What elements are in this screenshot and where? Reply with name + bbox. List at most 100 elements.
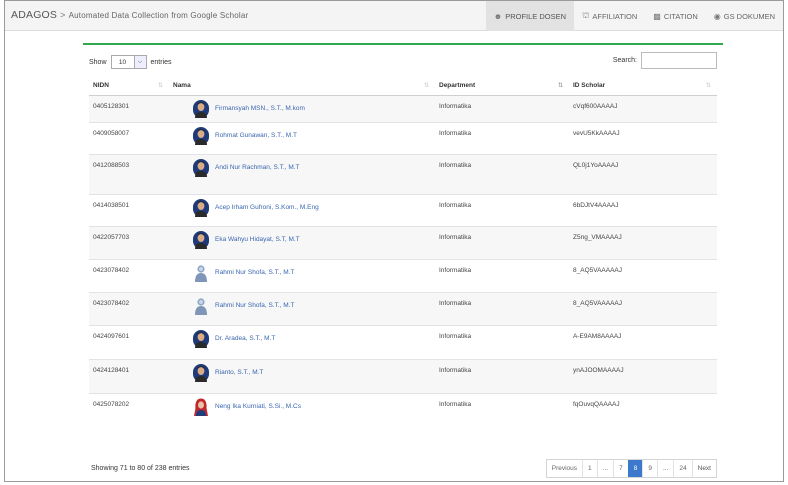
nav-citation[interactable]: ▩ CITATION <box>645 1 705 31</box>
globe-icon: ◉ <box>713 11 721 21</box>
cell-nidn: 0425078202 <box>89 392 169 433</box>
person-avatar-icon <box>193 198 209 217</box>
search-label: Search: <box>612 57 637 64</box>
table-row: 0423078402 Rahmi Nur Shofa, S.T., M.T Info… <box>89 291 717 325</box>
table-row: 0424097601 Dr. Aradea, S.T., M.T Informati… <box>89 324 717 359</box>
sort-icon: ⇅ <box>157 83 163 89</box>
cell-id-scholar: A-E9AM8AAAAJ <box>569 324 717 359</box>
sort-ascending-icon: ⇅ <box>557 83 563 89</box>
cell-id-scholar: 6bDJtV4AAAAJ <box>569 193 717 226</box>
person-avatar-icon <box>193 230 209 249</box>
cell-nidn: 0405128301 <box>89 94 169 122</box>
cell-nidn: 0424128401 <box>89 358 169 393</box>
page-ellipsis: ... <box>596 460 613 477</box>
cell-id-scholar: cVqf600AAAAJ <box>569 94 717 122</box>
pagination: Previous 1... 7 8 9... 24 Next <box>545 459 717 478</box>
person-avatar-icon <box>193 99 209 118</box>
page-button[interactable]: 8 <box>627 460 643 477</box>
dosen-name-link[interactable]: Rohmat Gunawan, S.T., M.T <box>215 132 297 139</box>
cell-nama: Andi Nur Rachman, S.T., M.T <box>169 153 435 194</box>
length-control: Show 10 ⌵ entries <box>89 55 172 69</box>
dosen-name-link[interactable]: Rianto, S.T., M.T <box>215 369 263 376</box>
dosen-table: NIDN ⇅ Nama ⇅ Department ⇅ ID Scholar ⇅ 0405… <box>89 77 717 433</box>
dosen-name-link[interactable]: Neng Ika Kurniati, S.Si., M.Cs <box>215 403 301 410</box>
cell-nama: Firmansyah MSN., S.T., M.kom <box>169 94 435 122</box>
brand-subtitle: Automated Data Collection from Google Sc… <box>68 11 249 20</box>
cell-nidn: 0412088503 <box>89 153 169 194</box>
cell-nidn: 0423078402 <box>89 291 169 325</box>
name-wrapper: Rianto, S.T., M.T <box>173 363 431 382</box>
cell-nama: Acep Irham Gufroni, S.Kom., M.Eng <box>169 193 435 226</box>
cell-department: Informatika <box>435 392 569 433</box>
cell-nama: Rahmi Nur Shofa, S.T., M.T <box>169 258 435 292</box>
show-label: Show <box>89 58 107 66</box>
cell-id-scholar: vevU5KkAAAAJ <box>569 121 717 154</box>
cell-department: Informatika <box>435 291 569 325</box>
header-nama[interactable]: Nama ⇅ <box>169 77 435 96</box>
dosen-name-link[interactable]: Andi Nur Rachman, S.T., M.T <box>215 164 300 171</box>
header-id-scholar[interactable]: ID Scholar ⇅ <box>569 77 717 96</box>
table-row: 0409058007 Rohmat Gunawan, S.T., M.T Infor… <box>89 121 717 154</box>
page-button[interactable]: 1 <box>582 460 597 477</box>
name-wrapper: Neng Ika Kurniati, S.Si., M.Cs <box>173 398 431 416</box>
table-header-row: NIDN ⇅ Nama ⇅ Department ⇅ ID Scholar ⇅ <box>89 77 717 96</box>
dosen-name-link[interactable]: Firmansyah MSN., S.T., M.kom <box>215 105 305 112</box>
name-wrapper: Dr. Aradea, S.T., M.T <box>173 329 431 348</box>
cell-nama: Rahmi Nur Shofa, S.T., M.T <box>169 291 435 325</box>
brand[interactable]: ADAGOS > Automated Data Collection from Go… <box>11 9 248 21</box>
person-avatar-icon <box>193 329 209 348</box>
table-row: 0422057703 Eka Wahyu Hidayat, S.T, M.T Inf… <box>89 225 717 259</box>
name-wrapper: Rahmi Nur Shofa, S.T., M.T <box>173 264 431 282</box>
cell-nidn: 0414038501 <box>89 193 169 226</box>
cell-department: Informatika <box>435 121 569 154</box>
table-row: 0412088503 Andi Nur Rachman, S.T., M.T Inf… <box>89 153 717 194</box>
cell-department: Informatika <box>435 94 569 122</box>
cell-department: Informatika <box>435 225 569 259</box>
dosen-name-link[interactable]: Acep Irham Gufroni, S.Kom., M.Eng <box>215 204 319 211</box>
cell-id-scholar: 8_AQ5VAAAAAJ <box>569 258 717 292</box>
cell-nama: Rianto, S.T., M.T <box>169 358 435 393</box>
cell-id-scholar: Z5ng_VMAAAAJ <box>569 225 717 259</box>
name-wrapper: Eka Wahyu Hidayat, S.T, M.T <box>173 230 431 249</box>
page-button[interactable]: 24 <box>673 460 691 477</box>
dosen-name-link[interactable]: Dr. Aradea, S.T., M.T <box>215 335 275 342</box>
page-button[interactable]: 9 <box>642 460 657 477</box>
header-nidn[interactable]: NIDN ⇅ <box>89 77 169 96</box>
person-avatar-icon <box>193 126 209 145</box>
cell-department: Informatika <box>435 258 569 292</box>
cell-nidn: 0423078402 <box>89 258 169 292</box>
dosen-name-link[interactable]: Rahmi Nur Shofa, S.T., M.T <box>215 269 294 276</box>
page-button[interactable]: 7 <box>613 460 628 477</box>
header-department[interactable]: Department ⇅ <box>435 77 569 96</box>
users-icon: ☻ <box>493 11 503 21</box>
top-navbar: ADAGOS > Automated Data Collection from Go… <box>5 1 783 31</box>
cell-nama: Dr. Aradea, S.T., M.T <box>169 324 435 359</box>
dosen-name-link[interactable]: Rahmi Nur Shofa, S.T., M.T <box>215 302 294 309</box>
table-row: 0425078202 Neng Ika Kurniati, S.Si., M.Cs… <box>89 392 717 433</box>
nav-gs-dokumen[interactable]: ◉ GS DOKUMEN <box>706 1 783 31</box>
bar-chart-icon: ▩ <box>653 11 661 21</box>
cell-nidn: 0424097601 <box>89 324 169 359</box>
cell-department: Informatika <box>435 193 569 226</box>
data-panel: Show 10 ⌵ entries Search: NIDN ⇅ Nama ⇅ De… <box>83 43 723 479</box>
search-control: Search: <box>613 52 717 69</box>
main-nav: ☻ PROFILE DOSEN ⛫ AFFILIATION ▩ CITATION ◉ G… <box>485 1 783 31</box>
name-wrapper: Firmansyah MSN., S.T., M.kom <box>173 99 431 118</box>
brand-name: ADAGOS <box>11 9 58 21</box>
table-row: 0423078402 Rahmi Nur Shofa, S.T., M.T Info… <box>89 258 717 292</box>
table-body: 0405128301 Firmansyah MSN., S.T., M.kom In… <box>89 94 717 433</box>
cell-nidn: 0409058007 <box>89 121 169 154</box>
dosen-name-link[interactable]: Eka Wahyu Hidayat, S.T, M.T <box>215 236 300 243</box>
next-button[interactable]: Next <box>691 460 716 477</box>
name-wrapper: Andi Nur Rachman, S.T., M.T <box>173 158 431 177</box>
cell-nidn: 0422057703 <box>89 225 169 259</box>
institution-icon: ⛫ <box>582 11 590 20</box>
entries-select[interactable]: 10 ⌵ <box>110 55 147 69</box>
name-wrapper: Rohmat Gunawan, S.T., M.T <box>173 126 431 145</box>
previous-button[interactable]: Previous <box>547 460 582 477</box>
nav-affiliation[interactable]: ⛫ AFFILIATION <box>574 1 645 31</box>
nav-profile-dosen[interactable]: ☻ PROFILE DOSEN <box>485 1 575 31</box>
search-input[interactable] <box>641 52 717 69</box>
hijab-avatar-icon <box>194 398 208 416</box>
person-avatar-icon <box>193 158 209 177</box>
